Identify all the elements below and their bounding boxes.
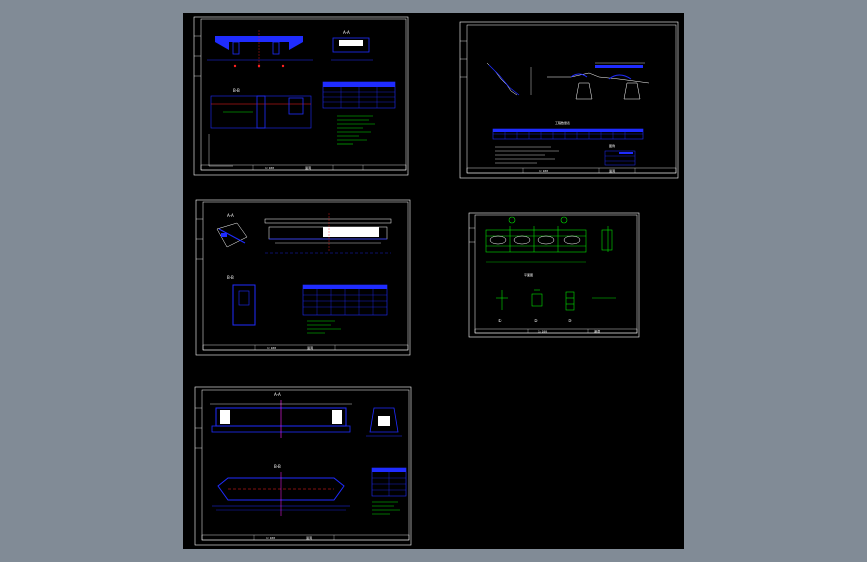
sheet-1-title: 涵洞 [305,165,311,170]
sheet-1-canvas: A-A B-B 1:100 涵洞 [193,16,409,176]
sheet-4-canvas: 平面图 ① ② ③ 1:100 涵洞 [468,212,640,338]
sheet-3-title: 涵洞 [307,345,313,350]
sheet-4-scale: 1:100 [538,329,547,333]
sheet-2-scale: 1:100 [539,169,548,173]
sheet-1-label-b: B-B [233,88,240,93]
sheet-5-canvas: A-A B-B 1:100 涵洞 [194,386,412,546]
drawing-sheet-4[interactable]: 平面图 ① ② ③ 1:100 涵洞 [468,212,640,338]
sheet-2-legend-title: 图例 [609,143,615,148]
sheet-2-canvas: 工程数量表 图例 1:100 涵洞 [459,21,679,179]
sheet-1-label-a: A-A [343,30,350,35]
sheet-5-label-b: B-B [274,464,281,469]
sheet-4-title: 涵洞 [594,328,600,333]
drawing-sheet-1[interactable]: A-A B-B 1:100 涵洞 [193,16,409,176]
drawing-sheet-5[interactable]: A-A B-B 1:100 涵洞 [194,386,412,546]
drawing-sheet-2[interactable]: 工程数量表 图例 1:100 涵洞 [459,21,679,179]
drawing-viewport[interactable]: A-A B-B 1:100 涵洞 工程数量表 图例 1:100 涵洞 A-A B… [183,13,684,549]
sheet-1-scale: 1:100 [265,166,274,170]
sheet-3-label-b: B-B [227,275,234,280]
sheet-2-title: 涵洞 [609,168,615,173]
sheet-4-detail-b: ② [534,318,538,323]
sheet-2-table-title: 工程数量表 [555,120,570,125]
sheet-5-title: 涵洞 [306,535,312,540]
sheet-3-canvas: A-A B-B 1:100 涵洞 [195,199,411,356]
sheet-5-label-a: A-A [274,392,281,397]
drawing-sheet-3[interactable]: A-A B-B 1:100 涵洞 [195,199,411,356]
sheet-4-main-label: 平面图 [524,273,533,277]
sheet-4-detail-c: ③ [568,318,572,323]
sheet-4-detail-a: ① [498,318,502,323]
sheet-3-label-a: A-A [227,213,234,218]
sheet-5-scale: 1:100 [266,536,275,540]
sheet-3-scale: 1:100 [267,346,276,350]
